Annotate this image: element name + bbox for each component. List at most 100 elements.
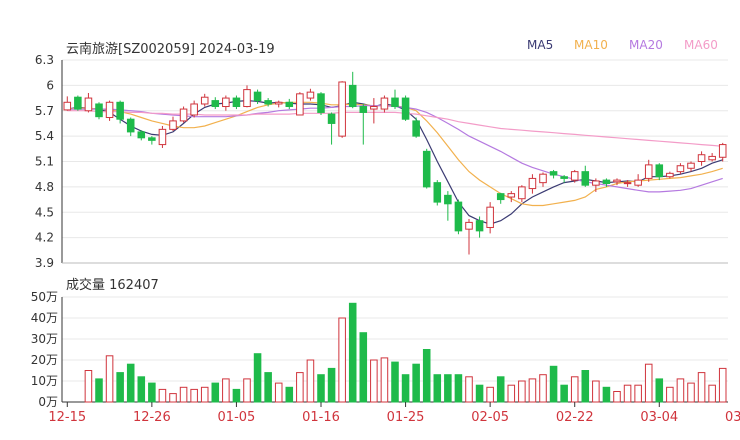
candle-body: [222, 97, 230, 108]
candle-body: [687, 162, 695, 169]
volume-bar: [634, 384, 642, 403]
volume-bar: [380, 357, 389, 403]
volume-bar: [697, 372, 706, 403]
volume-bar: [232, 388, 241, 403]
candle-body: [412, 120, 420, 137]
x-tick-label: 01-25: [387, 410, 425, 425]
candle-body: [697, 154, 706, 163]
candle-body: [317, 93, 325, 113]
candle-body: [158, 128, 167, 146]
candle-body: [613, 179, 621, 183]
volume-bar: [116, 372, 124, 403]
volume-bar: [338, 317, 346, 403]
x-tick-label: 12-26: [133, 410, 171, 425]
candle-body: [666, 172, 674, 178]
volume-bar: [518, 380, 526, 403]
candle-body: [454, 201, 463, 232]
volume-bar: [708, 384, 716, 403]
volume-bar: [317, 374, 325, 403]
candle-body: [370, 106, 378, 110]
volume-bar: [169, 393, 177, 403]
volume-bar: [296, 372, 304, 403]
candle-body: [634, 179, 642, 186]
volume-bar: [496, 376, 505, 403]
volume-bar: [433, 374, 442, 403]
candle-body: [391, 97, 399, 108]
volume-tick-label: 0万: [38, 395, 58, 409]
x-tick-label: 12-15: [48, 410, 86, 425]
volume-bar: [592, 380, 600, 403]
volume-tick-label: 50万: [31, 290, 58, 304]
candle-body: [74, 96, 82, 110]
x-tick-label: 02-05: [471, 410, 509, 425]
volume-bar: [644, 363, 653, 403]
candle-body: [602, 179, 611, 184]
price-tick-label: 3.9: [35, 256, 54, 270]
candle-body: [560, 176, 568, 179]
ma20-line: [67, 105, 723, 193]
candle-body: [116, 101, 124, 120]
volume-bar: [274, 382, 283, 403]
volume-y-axis: 50万 40万 30万 20万 10万 0万: [31, 290, 728, 409]
candle-body: [253, 91, 262, 102]
volume-bar: [465, 376, 473, 403]
volume-bar: [179, 386, 188, 403]
volume-bar: [148, 382, 156, 403]
volume-bar: [507, 384, 516, 403]
candle-body: [486, 206, 494, 228]
x-tick-label: 03-13: [725, 410, 740, 425]
candle-body: [84, 97, 93, 112]
candlesticks: [63, 71, 727, 255]
candle-body: [95, 103, 103, 118]
candle-body: [507, 193, 516, 198]
volume-bar: [475, 384, 484, 403]
candle-body: [306, 91, 315, 99]
price-tick-label: 5.4: [35, 129, 54, 143]
volume-bar: [454, 374, 463, 403]
volume-tick-label: 40万: [31, 311, 58, 325]
x-tick-label: 01-05: [218, 410, 256, 425]
volume-bar: [327, 367, 336, 403]
candle-body: [401, 97, 410, 120]
volume-bar: [285, 386, 294, 403]
volume-bar: [211, 382, 220, 403]
volume-bar: [253, 353, 262, 403]
moving-average-lines: [67, 99, 723, 225]
volume-bar: [528, 378, 537, 403]
volume-bar: [348, 302, 357, 403]
price-tick-label: 6: [46, 78, 54, 92]
volume-bar: [306, 359, 315, 403]
price-tick-label: 4.5: [35, 205, 54, 219]
candle-body: [137, 131, 146, 139]
candle-body: [676, 165, 685, 173]
volume-bar: [613, 391, 621, 403]
candle-body: [211, 100, 220, 108]
volume-bar: [444, 374, 452, 403]
candle-body: [592, 180, 600, 186]
candle-body: [444, 194, 452, 205]
volume-bar: [539, 374, 547, 403]
candle-body: [496, 193, 505, 201]
candle-body: [655, 164, 664, 178]
candle-body: [708, 155, 716, 161]
candle-body: [200, 96, 209, 105]
candle-body: [327, 113, 336, 124]
candle-body: [380, 97, 389, 110]
volume-bar: [243, 378, 251, 403]
price-tick-label: 6.3: [35, 53, 54, 67]
candle-body: [549, 171, 558, 176]
volume-tick-label: 30万: [31, 332, 58, 346]
candle-body: [581, 171, 590, 186]
candle-body: [63, 101, 72, 111]
volume-bar: [264, 372, 272, 403]
volume-bar: [666, 386, 674, 403]
volume-bar: [486, 386, 494, 403]
volume-bar: [412, 363, 420, 403]
volume-bar: [391, 361, 399, 403]
candle-body: [518, 186, 526, 200]
candle-body: [285, 101, 294, 108]
candle-body: [644, 164, 653, 179]
volume-bar: [370, 359, 378, 403]
ma10-line: [67, 101, 723, 207]
ma5-line: [67, 99, 723, 225]
